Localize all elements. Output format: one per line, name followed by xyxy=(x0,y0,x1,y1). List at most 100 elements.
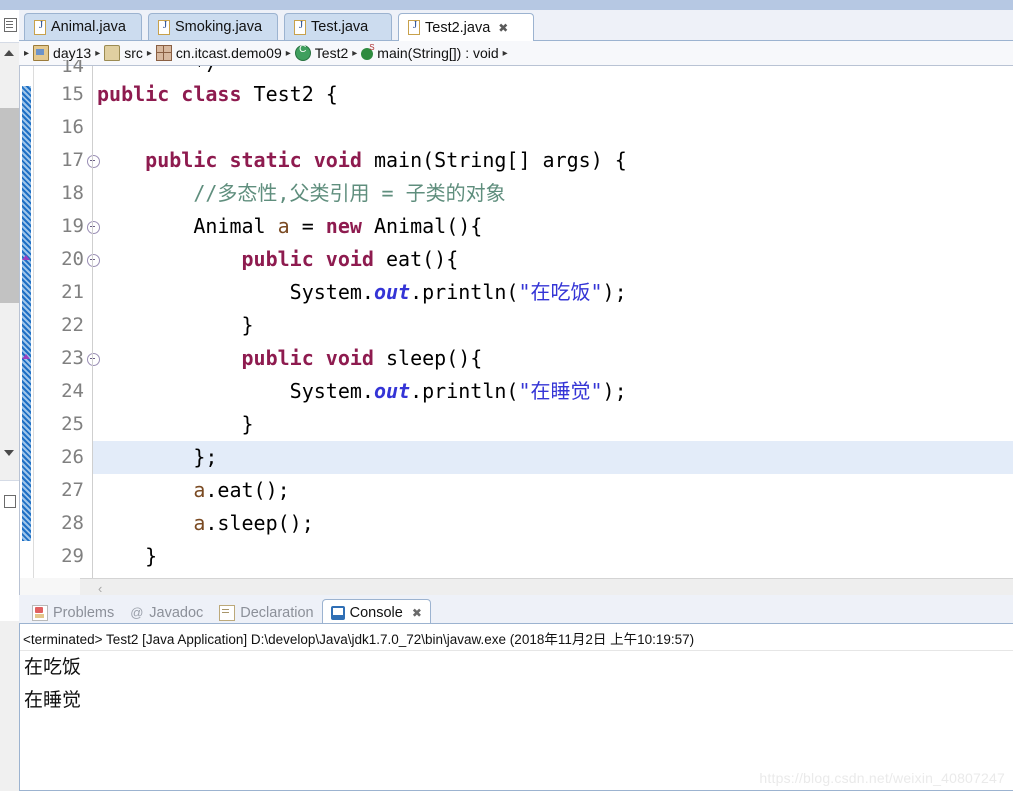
change-bar xyxy=(22,86,31,541)
breadcrumb-label: day13 xyxy=(53,45,92,61)
editor-tab-test[interactable]: Test.java xyxy=(284,13,392,40)
code-line[interactable]: public static void main(String[] args) { xyxy=(93,144,1013,177)
code-token: "在吃饭" xyxy=(518,280,603,304)
editor-annotation-ruler[interactable] xyxy=(20,66,34,578)
console-panel[interactable]: <terminated> Test2 [Java Application] D:… xyxy=(19,623,1013,791)
breadcrumb-item-src[interactable]: src xyxy=(104,45,143,61)
code-token: new xyxy=(325,214,362,238)
breadcrumb-item-package[interactable]: cn.itcast.demo09 xyxy=(155,45,282,61)
tab-javadoc[interactable]: @ Javadoc xyxy=(122,601,211,625)
code-text-area[interactable]: */ public class Test2 { public static voi… xyxy=(93,66,1013,578)
javadoc-at-icon: @ xyxy=(130,605,144,620)
editor-tab-label: Test2.java xyxy=(425,19,491,36)
code-line[interactable]: }; xyxy=(93,441,1013,474)
scroll-left-chevron-icon[interactable]: ‹ xyxy=(98,581,102,596)
code-line[interactable]: public void sleep(){ xyxy=(93,342,1013,375)
close-icon[interactable]: ✖ xyxy=(498,21,508,35)
close-icon[interactable]: ✖ xyxy=(412,606,422,620)
code-line[interactable]: System.out.println("在睡觉"); xyxy=(93,375,1013,408)
editor-tab-bar: Animal.java Smoking.java Test.java Test2… xyxy=(19,10,1013,41)
breadcrumb-item-method[interactable]: main(String[]) : void xyxy=(361,43,499,61)
console-output-line: 在睡觉 xyxy=(24,690,82,711)
minimized-view-box-2[interactable] xyxy=(0,480,19,621)
line-number: 21 xyxy=(61,281,84,303)
code-line[interactable]: //多态性,父类引用 = 子类的对象 xyxy=(93,177,1013,210)
tab-declaration[interactable]: Declaration xyxy=(211,601,321,625)
breadcrumb-separator: ▸ xyxy=(146,47,152,59)
code-token: void xyxy=(313,148,362,172)
code-token: Animal xyxy=(97,214,278,238)
code-token: a xyxy=(193,511,206,535)
breadcrumb-item-class[interactable]: Test2 xyxy=(294,44,349,61)
line-number: 22 xyxy=(61,314,84,336)
rail-scroll-thumb[interactable] xyxy=(0,108,19,303)
code-token: main(String[] args) { xyxy=(361,148,627,172)
code-token: .println( xyxy=(410,379,519,403)
java-file-icon xyxy=(294,19,307,35)
line-number: 16 xyxy=(61,116,84,138)
code-token: out xyxy=(373,379,411,403)
tab-problems[interactable]: Problems xyxy=(24,601,122,625)
code-line[interactable]: public void eat(){ xyxy=(93,243,1013,276)
code-line[interactable]: } xyxy=(93,408,1013,441)
code-line[interactable]: a.eat(); xyxy=(93,474,1013,507)
editor-area: Animal.java Smoking.java Test.java Test2… xyxy=(19,10,1013,596)
editor-tab-test2[interactable]: Test2.java ✖ xyxy=(398,13,534,41)
breadcrumb-label: cn.itcast.demo09 xyxy=(175,45,282,61)
line-number: 20 xyxy=(34,243,100,276)
code-line[interactable]: public class Test2 { xyxy=(93,78,1013,111)
code-token: out xyxy=(373,280,411,304)
breadcrumb-label: Test2 xyxy=(314,45,349,61)
code-token: public xyxy=(97,82,170,106)
chevron-down-icon[interactable] xyxy=(4,450,14,456)
code-line[interactable]: } xyxy=(93,540,1013,573)
editor-tab-smoking[interactable]: Smoking.java xyxy=(148,13,278,40)
line-number-partial: 14 xyxy=(61,60,84,72)
code-line[interactable]: } xyxy=(93,309,1013,342)
breadcrumb-separator: ▸ xyxy=(95,47,101,59)
code-token: System. xyxy=(97,379,374,403)
code-token: } xyxy=(97,412,254,436)
code-line[interactable]: a.sleep(); xyxy=(93,507,1013,540)
editor-tab-animal[interactable]: Animal.java xyxy=(24,13,142,40)
breadcrumb-separator: ▸ xyxy=(352,47,358,59)
line-number: 19 xyxy=(34,210,100,243)
editor-body[interactable]: 14 15 16 17 18 1920 21 22 23 24 25 26 27 28 29 */ publi… xyxy=(19,60,1013,596)
code-token: a xyxy=(277,214,290,238)
line-number: 25 xyxy=(61,413,84,435)
code-token: } xyxy=(97,544,158,568)
problems-icon xyxy=(32,605,48,621)
code-token: public xyxy=(145,148,218,172)
code-token: .println( xyxy=(410,280,519,304)
code-token: ); xyxy=(602,379,627,403)
code-line[interactable] xyxy=(93,111,1013,144)
outline-view-icon xyxy=(4,495,16,508)
code-token: Animal(){ xyxy=(361,214,483,238)
console-output: 在吃饭 在睡觉 xyxy=(20,651,1013,717)
line-number: 23 xyxy=(34,342,100,375)
code-line[interactable]: Animal a = new Animal(){ xyxy=(93,210,1013,243)
code-line[interactable]: System.out.println("在吃饭"); xyxy=(93,276,1013,309)
editor-tab-label: Animal.java xyxy=(51,19,126,35)
code-token: } xyxy=(97,313,254,337)
minimized-view-box[interactable] xyxy=(0,10,19,43)
code-token: eat(){ xyxy=(373,247,459,271)
horizontal-scrollbar[interactable]: ‹ xyxy=(80,578,1013,596)
chevron-up-icon[interactable] xyxy=(4,50,14,56)
code-token: }; xyxy=(97,445,218,469)
bottom-tab-label: Declaration xyxy=(240,605,314,621)
class-icon xyxy=(294,44,311,61)
package-icon xyxy=(155,45,172,61)
breadcrumb-item-project[interactable]: day13 xyxy=(33,45,91,61)
line-number: 17 xyxy=(34,144,100,177)
tab-console[interactable]: Console ✖ xyxy=(321,599,431,625)
code-token: public xyxy=(241,247,314,271)
code-token: a xyxy=(193,478,206,502)
bottom-tab-label: Javadoc xyxy=(149,605,204,621)
